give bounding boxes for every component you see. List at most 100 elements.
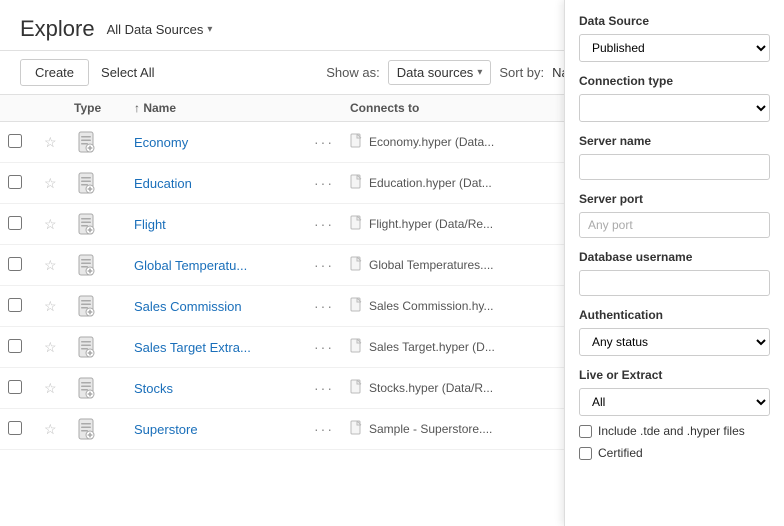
datasource-name-link[interactable]: Flight	[134, 217, 166, 232]
row-type-cell	[66, 409, 126, 450]
datasource-type-icon	[74, 128, 98, 156]
star-icon[interactable]: ☆	[44, 421, 57, 437]
star-icon[interactable]: ☆	[44, 380, 57, 396]
more-options-button[interactable]: ···	[314, 298, 334, 314]
create-button[interactable]: Create	[20, 59, 89, 86]
row-star-cell: ☆	[36, 245, 66, 286]
more-options-button[interactable]: ···	[314, 216, 334, 232]
row-star-cell: ☆	[36, 409, 66, 450]
server-name-label: Server name	[579, 134, 770, 148]
col-header-name[interactable]: ↑ Name	[126, 95, 306, 122]
star-icon[interactable]: ☆	[44, 134, 57, 150]
row-name-cell: Economy	[126, 122, 306, 163]
row-name-cell: Stocks	[126, 368, 306, 409]
row-checkbox[interactable]	[8, 421, 22, 435]
datasource-filter-select[interactable]: Published	[579, 34, 770, 62]
star-icon[interactable]: ☆	[44, 175, 57, 191]
datasource-type-icon	[74, 374, 98, 402]
file-icon	[350, 256, 363, 274]
connects-to-text: Sales Target.hyper (D...	[369, 340, 495, 354]
include-tde-checkbox[interactable]	[579, 425, 592, 438]
row-checkbox[interactable]	[8, 257, 22, 271]
certified-row: Certified	[579, 446, 770, 460]
row-checkbox[interactable]	[8, 380, 22, 394]
col-header-checkbox	[0, 95, 36, 122]
more-options-button[interactable]: ···	[314, 175, 334, 191]
include-tde-row: Include .tde and .hyper files	[579, 424, 770, 438]
filter-panel: Data Source Published Connection type Se…	[564, 0, 784, 526]
row-more-cell: ···	[306, 368, 342, 409]
file-icon	[350, 174, 363, 192]
row-more-cell: ···	[306, 163, 342, 204]
datasource-name-link[interactable]: Global Temperatu...	[134, 258, 247, 273]
row-type-cell	[66, 327, 126, 368]
col-header-more	[306, 95, 342, 122]
row-type-cell	[66, 245, 126, 286]
row-checkbox[interactable]	[8, 175, 22, 189]
star-icon[interactable]: ☆	[44, 257, 57, 273]
datasource-name-link[interactable]: Superstore	[134, 422, 198, 437]
more-options-button[interactable]: ···	[314, 134, 334, 150]
row-checkbox[interactable]	[8, 298, 22, 312]
datasource-type-icon	[74, 292, 98, 320]
row-star-cell: ☆	[36, 327, 66, 368]
file-icon	[350, 215, 363, 233]
col-header-type[interactable]: Type	[66, 95, 126, 122]
more-options-button[interactable]: ···	[314, 380, 334, 396]
row-checkbox[interactable]	[8, 216, 22, 230]
row-name-cell: Sales Target Extra...	[126, 327, 306, 368]
star-icon[interactable]: ☆	[44, 216, 57, 232]
more-options-button[interactable]: ···	[314, 421, 334, 437]
datasource-name-link[interactable]: Economy	[134, 135, 188, 150]
row-name-cell: Flight	[126, 204, 306, 245]
row-name-cell: Superstore	[126, 409, 306, 450]
row-more-cell: ···	[306, 204, 342, 245]
datasource-name-link[interactable]: Stocks	[134, 381, 173, 396]
more-options-button[interactable]: ···	[314, 257, 334, 273]
file-icon	[350, 338, 363, 356]
server-port-input[interactable]	[579, 212, 770, 238]
row-checkbox-cell	[0, 122, 36, 163]
sort-by-label: Sort by:	[499, 65, 544, 80]
server-port-label: Server port	[579, 192, 770, 206]
row-checkbox[interactable]	[8, 339, 22, 353]
more-options-button[interactable]: ···	[314, 339, 334, 355]
db-username-label: Database username	[579, 250, 770, 264]
authentication-select[interactable]: Any status	[579, 328, 770, 356]
star-icon[interactable]: ☆	[44, 339, 57, 355]
certified-checkbox[interactable]	[579, 447, 592, 460]
show-as-label: Show as:	[326, 65, 379, 80]
row-checkbox-cell	[0, 409, 36, 450]
live-or-extract-select[interactable]: All	[579, 388, 770, 416]
row-type-cell	[66, 122, 126, 163]
row-name-cell: Global Temperatu...	[126, 245, 306, 286]
connection-type-select[interactable]	[579, 94, 770, 122]
file-icon	[350, 133, 363, 151]
authentication-label: Authentication	[579, 308, 770, 322]
server-name-input[interactable]	[579, 154, 770, 180]
datasource-name-link[interactable]: Sales Commission	[134, 299, 242, 314]
select-all-button[interactable]: Select All	[101, 65, 154, 80]
datasource-name-link[interactable]: Education	[134, 176, 192, 191]
row-checkbox[interactable]	[8, 134, 22, 148]
row-more-cell: ···	[306, 286, 342, 327]
datasource-dropdown[interactable]: All Data Sources ▾	[107, 22, 213, 37]
connects-to-text: Sample - Superstore....	[369, 422, 492, 436]
certified-label[interactable]: Certified	[598, 446, 643, 460]
connects-to-text: Global Temperatures....	[369, 258, 494, 272]
star-icon[interactable]: ☆	[44, 298, 57, 314]
include-tde-label[interactable]: Include .tde and .hyper files	[598, 424, 745, 438]
page-title: Explore	[20, 16, 95, 42]
show-as-dropdown[interactable]: Data sources ▾	[388, 60, 492, 85]
datasource-name-link[interactable]: Sales Target Extra...	[134, 340, 251, 355]
show-as-chevron: ▾	[477, 67, 482, 78]
row-checkbox-cell	[0, 368, 36, 409]
show-as-value: Data sources	[397, 65, 474, 80]
db-username-input[interactable]	[579, 270, 770, 296]
datasource-type-icon	[74, 169, 98, 197]
datasource-dropdown-chevron: ▾	[207, 24, 212, 35]
live-or-extract-label: Live or Extract	[579, 368, 770, 382]
row-type-cell	[66, 163, 126, 204]
row-checkbox-cell	[0, 245, 36, 286]
row-checkbox-cell	[0, 204, 36, 245]
